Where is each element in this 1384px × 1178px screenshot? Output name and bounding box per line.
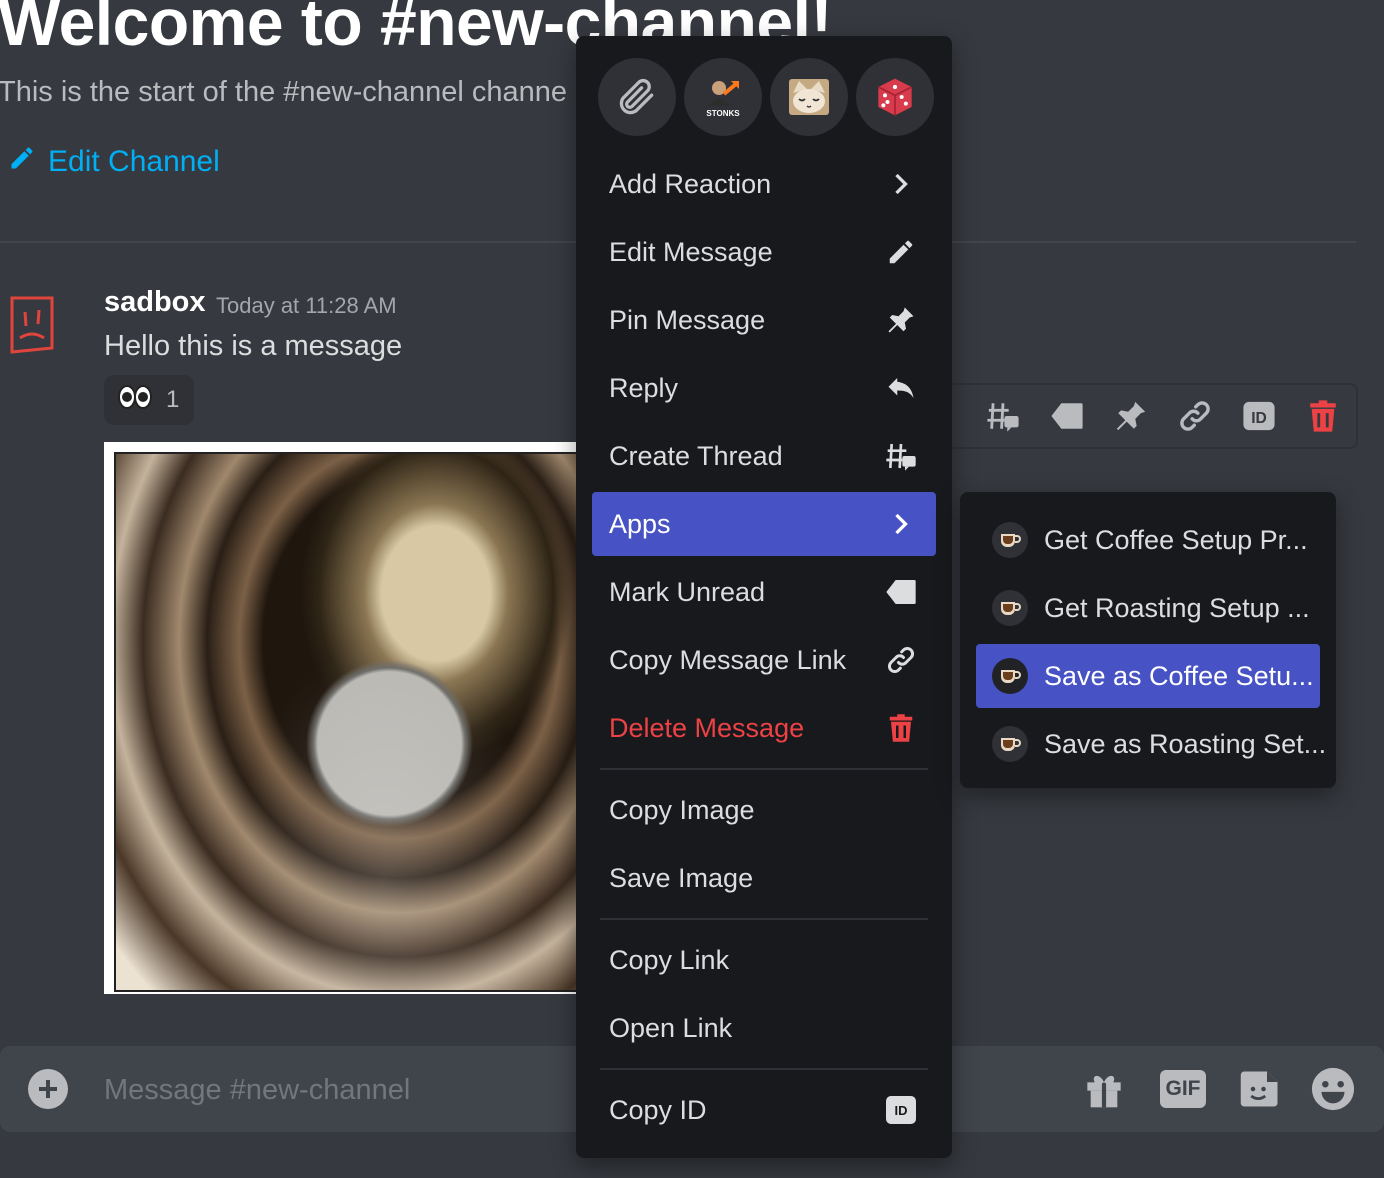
edit-channel-label: Edit Channel [48,145,220,178]
menu-mark-unread[interactable]: Mark Unread [592,560,936,624]
reaction-button[interactable]: 1 [104,375,194,425]
menu-separator [600,768,928,770]
menu-save-image[interactable]: Save Image [592,846,936,910]
mark-unread-icon[interactable] [1048,397,1086,435]
image-attachment[interactable] [104,442,584,994]
app-command-label: Get Coffee Setup Pr... [1044,524,1308,555]
id-badge: ID [886,1096,916,1124]
message-content: Hello this is a message [104,330,403,362]
delete-icon[interactable] [1304,397,1342,435]
message-timestamp: Today at 11:28 AM [216,293,397,318]
create-thread-icon[interactable] [984,397,1022,435]
menu-item-label: Create Thread [609,440,783,471]
menu-item-label: Pin Message [609,304,766,335]
attachment-image [114,452,584,992]
menu-copy-link[interactable]: Copy Link [592,928,936,992]
reply-icon [884,371,918,405]
app-command-label: Save as Roasting Set... [1044,728,1327,759]
cat-reaction[interactable] [770,58,848,136]
id-icon: ID [884,1093,918,1127]
copy-id-icon[interactable]: ID [1240,397,1278,435]
edit-channel-link[interactable]: Edit Channel [8,144,220,180]
gif-button[interactable]: GIF [1160,1066,1206,1112]
menu-item-label: Delete Message [609,712,805,743]
pencil-icon [8,144,36,180]
apps-submenu: Get Coffee Setup Pr... Get Roasting Setu… [960,492,1336,788]
emoji-picker-icon[interactable] [1310,1066,1356,1112]
copy-link-icon[interactable] [1176,397,1214,435]
coffee-cup-icon [992,726,1028,762]
reaction-count: 1 [166,386,180,413]
message-input[interactable] [104,1068,564,1112]
thread-icon [884,439,918,473]
channel-welcome-subtitle: This is the start of the #new-channel ch… [0,76,568,108]
paperclip-reaction[interactable] [598,58,676,136]
pin-icon[interactable] [1112,397,1150,435]
app-command-item[interactable]: Save as Coffee Setu... [976,644,1320,708]
add-attachment-button[interactable] [28,1069,68,1109]
chevron-right-icon [884,167,918,201]
menu-reply[interactable]: Reply [592,356,936,420]
menu-item-label: Save Image [609,862,754,893]
message-author[interactable]: sadbox [104,286,206,319]
coffee-cup-icon [992,590,1028,626]
link-icon [884,643,918,677]
game-die-reaction[interactable] [856,58,934,136]
menu-item-label: Copy Link [609,944,730,975]
menu-item-label: Mark Unread [609,576,766,607]
sticker-icon[interactable] [1237,1066,1283,1112]
stonks-text: STONKS [706,109,740,118]
app-command-label: Get Roasting Setup ... [1044,592,1310,623]
gift-icon[interactable] [1081,1066,1127,1112]
message-context-menu: STONKS Add Reaction Edit Message Pin Mes… [576,36,952,1158]
menu-create-thread[interactable]: Create Thread [592,424,936,488]
menu-apps[interactable]: Apps [592,492,936,556]
coffee-cup-icon [992,658,1028,694]
menu-separator [600,1068,928,1070]
menu-item-label: Add Reaction [609,168,772,199]
message-toolbar: ID [940,383,1358,449]
eyes-emoji [118,384,152,417]
app-command-item[interactable]: Save as Roasting Set... [976,712,1326,776]
menu-copy-image[interactable]: Copy Image [592,778,936,842]
menu-item-label: Copy Image [609,794,755,825]
menu-separator [600,918,928,920]
app-command-label: Save as Coffee Setu... [1044,660,1314,691]
menu-delete-message[interactable]: Delete Message [592,696,936,760]
pencil-icon [884,235,918,269]
menu-item-label: Reply [609,372,679,403]
app-command-item[interactable]: Get Roasting Setup ... [976,576,1320,640]
menu-copy-message-link[interactable]: Copy Message Link [592,628,936,692]
mark-unread-icon [884,575,918,609]
menu-open-link[interactable]: Open Link [592,996,936,1060]
menu-add-reaction[interactable]: Add Reaction [592,152,936,216]
menu-pin-message[interactable]: Pin Message [592,288,936,352]
coffee-cup-icon [992,522,1028,558]
app-command-item[interactable]: Get Coffee Setup Pr... [976,508,1320,572]
menu-edit-message[interactable]: Edit Message [592,220,936,284]
menu-item-label: Apps [609,508,671,539]
pin-icon [884,303,918,337]
chevron-right-icon [884,507,918,541]
menu-item-label: Edit Message [609,236,773,267]
menu-copy-id[interactable]: Copy ID ID [592,1078,936,1142]
gif-label: GIF [1160,1070,1206,1108]
trash-icon [884,711,918,745]
stonks-reaction[interactable]: STONKS [684,58,762,136]
menu-item-label: Copy Message Link [609,644,847,675]
menu-item-label: Open Link [609,1012,733,1043]
menu-item-label: Copy ID [609,1094,707,1125]
svg-text:ID: ID [1251,410,1267,427]
avatar[interactable] [8,294,56,356]
